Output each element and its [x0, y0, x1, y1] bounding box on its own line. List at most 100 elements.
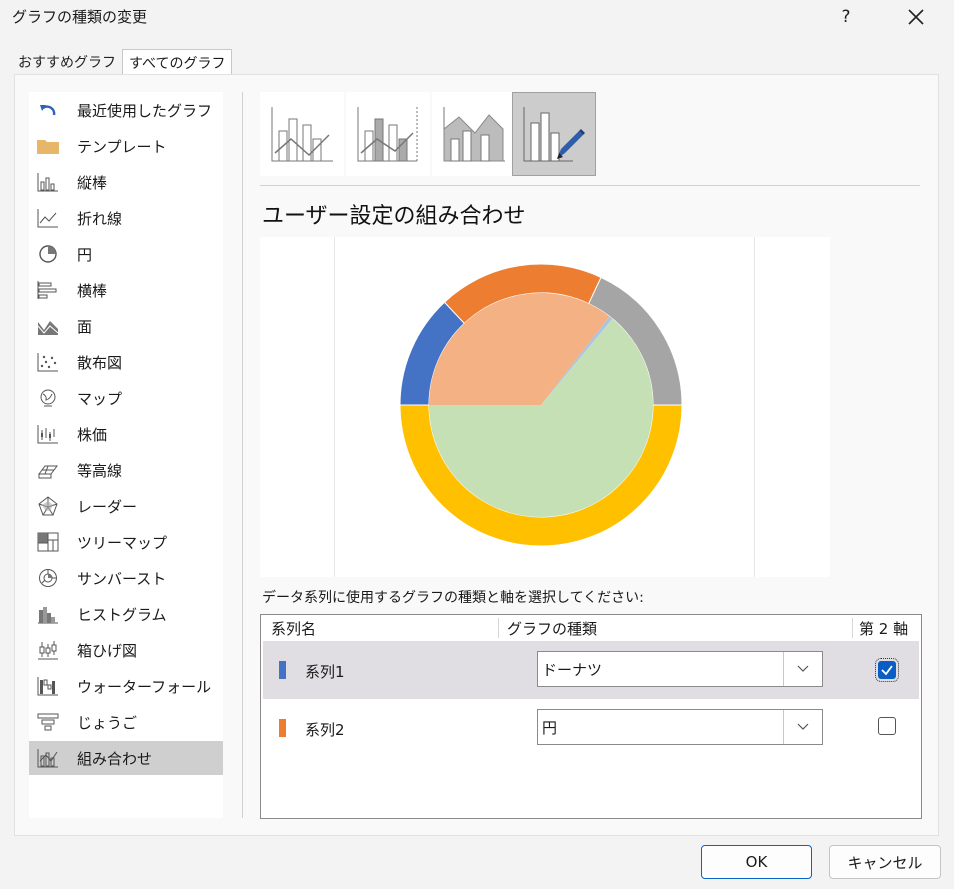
subtype-custom-combination[interactable]: [512, 92, 596, 176]
category-label: 組み合わせ: [77, 749, 153, 768]
tab-all-charts[interactable]: すべてのグラフ: [122, 49, 233, 76]
category-line[interactable]: 折れ線: [29, 201, 223, 235]
category-label: じょうご: [77, 713, 138, 732]
category-recent[interactable]: 最近使用したグラフ: [29, 93, 223, 127]
category-box-whisker[interactable]: 箱ひげ図: [29, 633, 223, 667]
series-grid: 系列名 グラフの種類 第 2 軸 系列1 ドーナツ 系列2 円: [260, 614, 922, 819]
line-chart-icon: [35, 207, 61, 229]
histogram-icon: [35, 603, 61, 625]
chart-type-value: ドーナツ: [542, 661, 603, 679]
series-row[interactable]: 系列2 円: [263, 699, 919, 757]
category-label: テンプレート: [77, 137, 167, 156]
category-label: 株価: [77, 425, 108, 444]
folder-icon: [35, 135, 61, 157]
category-pie[interactable]: 円: [29, 237, 223, 271]
scatter-chart-icon: [35, 351, 61, 373]
header-divider: [498, 618, 499, 638]
subtype-clustered-column-line-secondary-axis[interactable]: [346, 92, 430, 176]
checkmark-icon: [881, 665, 893, 676]
bar-chart-icon: [35, 279, 61, 301]
category-templates[interactable]: テンプレート: [29, 129, 223, 163]
combo-type-heading: ユーザー設定の組み合わせ: [262, 204, 526, 229]
close-icon: [908, 9, 924, 25]
area-chart-icon: [35, 315, 61, 337]
chevron-down-icon[interactable]: [783, 710, 822, 744]
clustered-column-line-icon: [271, 107, 333, 162]
category-histogram[interactable]: ヒストグラム: [29, 597, 223, 631]
category-column[interactable]: 縦棒: [29, 165, 223, 199]
category-label: 縦棒: [77, 173, 108, 192]
category-treemap[interactable]: ツリーマップ: [29, 525, 223, 559]
category-funnel[interactable]: じょうご: [29, 705, 223, 739]
stock-chart-icon: [35, 423, 61, 445]
secondary-axis-checkbox[interactable]: [875, 658, 899, 682]
chart-type-value: 円: [542, 719, 558, 737]
category-stock[interactable]: 株価: [29, 417, 223, 451]
map-globe-icon: [35, 387, 61, 409]
category-label: マップ: [77, 389, 123, 408]
box-whisker-icon: [35, 639, 61, 661]
subtype-stacked-area-clustered-column[interactable]: [432, 92, 516, 176]
secondary-axis-checkbox[interactable]: [878, 717, 896, 735]
category-area[interactable]: 面: [29, 309, 223, 343]
tab-recommended-charts[interactable]: おすすめグラフ: [14, 50, 120, 74]
series-row[interactable]: 系列1 ドーナツ: [263, 641, 919, 699]
category-label: 散布図: [77, 353, 123, 372]
treemap-icon: [35, 531, 61, 553]
pie-chart-icon: [35, 243, 61, 265]
close-button[interactable]: [894, 2, 938, 32]
category-label: 横棒: [77, 281, 108, 300]
chart-preview: [334, 237, 755, 577]
category-label: 箱ひげ図: [77, 641, 138, 660]
chart-type-dropdown[interactable]: ドーナツ: [537, 651, 823, 687]
category-label: 円: [77, 245, 93, 264]
chart-category-list[interactable]: 最近使用したグラフ テンプレート 縦棒 折れ線 円 横棒 面 散布図 マップ 株…: [29, 92, 223, 818]
header-chart-type: グラフの種類: [507, 619, 598, 638]
series-color-swatch: [279, 719, 286, 737]
header-divider: [852, 618, 853, 638]
category-label: サンバースト: [77, 569, 167, 588]
category-label: 最近使用したグラフ: [77, 101, 213, 120]
category-sunburst[interactable]: サンバースト: [29, 561, 223, 595]
clustered-column-line-secondary-axis-icon: [357, 107, 418, 162]
chart-preview-svg: [399, 263, 683, 547]
category-bar[interactable]: 横棒: [29, 273, 223, 307]
chevron-down-icon[interactable]: [783, 652, 822, 686]
series-name: 系列2: [305, 721, 345, 739]
header-secondary-axis: 第 2 軸: [859, 619, 909, 638]
horizontal-divider: [260, 185, 920, 186]
header-series-name: 系列名: [271, 619, 317, 638]
column-chart-icon: [35, 171, 61, 193]
category-label: ウォーターフォール: [77, 677, 212, 696]
vertical-divider: [242, 92, 243, 818]
category-map[interactable]: マップ: [29, 381, 223, 415]
chart-subtype-gallery: [260, 92, 600, 176]
title-bar: グラフの種類の変更 ?: [0, 0, 954, 34]
category-label: ツリーマップ: [77, 533, 168, 552]
undo-icon: [35, 99, 61, 121]
category-label: ヒストグラム: [77, 605, 167, 624]
dialog-title: グラフの種類の変更: [12, 8, 148, 26]
category-label: 面: [77, 317, 93, 336]
surface-chart-icon: [35, 459, 61, 481]
category-scatter[interactable]: 散布図: [29, 345, 223, 379]
category-combo[interactable]: 組み合わせ: [29, 741, 223, 775]
help-button[interactable]: ?: [824, 2, 868, 32]
combo-chart-icon: [35, 747, 61, 769]
sunburst-icon: [35, 567, 61, 589]
series-name: 系列1: [305, 663, 345, 681]
ok-button[interactable]: OK: [701, 845, 812, 879]
custom-combination-icon: [523, 107, 585, 162]
cancel-button[interactable]: キャンセル: [829, 845, 941, 879]
stacked-area-clustered-column-icon: [443, 107, 505, 162]
subtype-clustered-column-line[interactable]: [260, 92, 344, 176]
category-label: 等高線: [77, 461, 123, 480]
category-waterfall[interactable]: ウォーターフォール: [29, 669, 223, 703]
series-color-swatch: [279, 661, 286, 679]
chart-type-dropdown[interactable]: 円: [537, 709, 823, 745]
category-radar[interactable]: レーダー: [29, 489, 223, 523]
radar-chart-icon: [35, 495, 61, 517]
category-surface[interactable]: 等高線: [29, 453, 223, 487]
funnel-icon: [35, 711, 61, 733]
category-label: レーダー: [77, 497, 138, 516]
